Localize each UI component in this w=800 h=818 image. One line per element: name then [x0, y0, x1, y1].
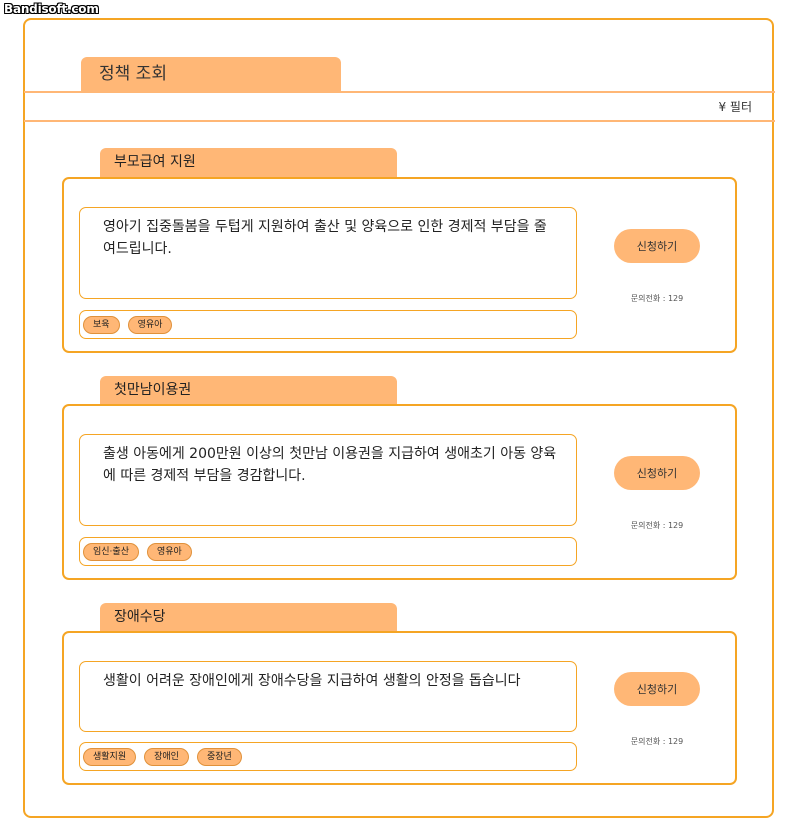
tag-list: 임신·출산 영유아 — [79, 537, 577, 566]
contact-phone: 문의전화 : 129 — [630, 521, 684, 530]
policy-card: 영아기 집중돌봄을 두텁게 지원하여 출산 및 양육으로 인한 경제적 부담을 … — [62, 177, 737, 353]
policy-title: 장애수당 — [100, 603, 397, 632]
filter-divider — [24, 120, 775, 122]
policy-description: 출생 아동에게 200만원 이상의 첫만남 이용권을 지급하여 생애초기 아동 … — [79, 434, 577, 526]
watermark: Bandisoft.com — [4, 2, 99, 16]
filter-button[interactable]: ¥ 필터 — [718, 98, 752, 115]
tag[interactable]: 영유아 — [146, 542, 192, 561]
policy-title: 부모급여 지원 — [100, 148, 397, 177]
policy-description: 생활이 어려운 장애인에게 장애수당을 지급하여 생활의 안정을 돕습니다 — [79, 661, 577, 732]
tag[interactable]: 중장년 — [196, 747, 242, 766]
page-title: 정책 조회 — [81, 57, 341, 92]
tag[interactable]: 장애인 — [144, 747, 189, 766]
policy-card: 출생 아동에게 200만원 이상의 첫만남 이용권을 지급하여 생애초기 아동 … — [62, 404, 737, 580]
tag-list: 보육 영유아 — [79, 310, 577, 339]
filter-label: 필터 — [729, 100, 752, 114]
tag-list: 생활지원 장애인 중장년 — [79, 742, 577, 771]
filter-icon: ¥ — [718, 100, 727, 114]
policy-title: 첫만남이용권 — [100, 376, 397, 405]
contact-phone: 문의전화 : 129 — [630, 737, 684, 746]
apply-button[interactable]: 신청하기 — [614, 456, 700, 490]
tag[interactable]: 임신·출산 — [83, 542, 139, 561]
apply-button[interactable]: 신청하기 — [614, 672, 700, 706]
tag[interactable]: 생활지원 — [83, 747, 137, 766]
tag[interactable]: 영유아 — [127, 315, 173, 334]
header-divider — [24, 91, 775, 93]
apply-button[interactable]: 신청하기 — [614, 229, 700, 263]
contact-phone: 문의전화 : 129 — [630, 294, 684, 303]
policy-card: 생활이 어려운 장애인에게 장애수당을 지급하여 생활의 안정을 돕습니다 생활… — [62, 631, 737, 785]
tag[interactable]: 보육 — [83, 315, 120, 334]
policy-description: 영아기 집중돌봄을 두텁게 지원하여 출산 및 양육으로 인한 경제적 부담을 … — [79, 207, 577, 299]
